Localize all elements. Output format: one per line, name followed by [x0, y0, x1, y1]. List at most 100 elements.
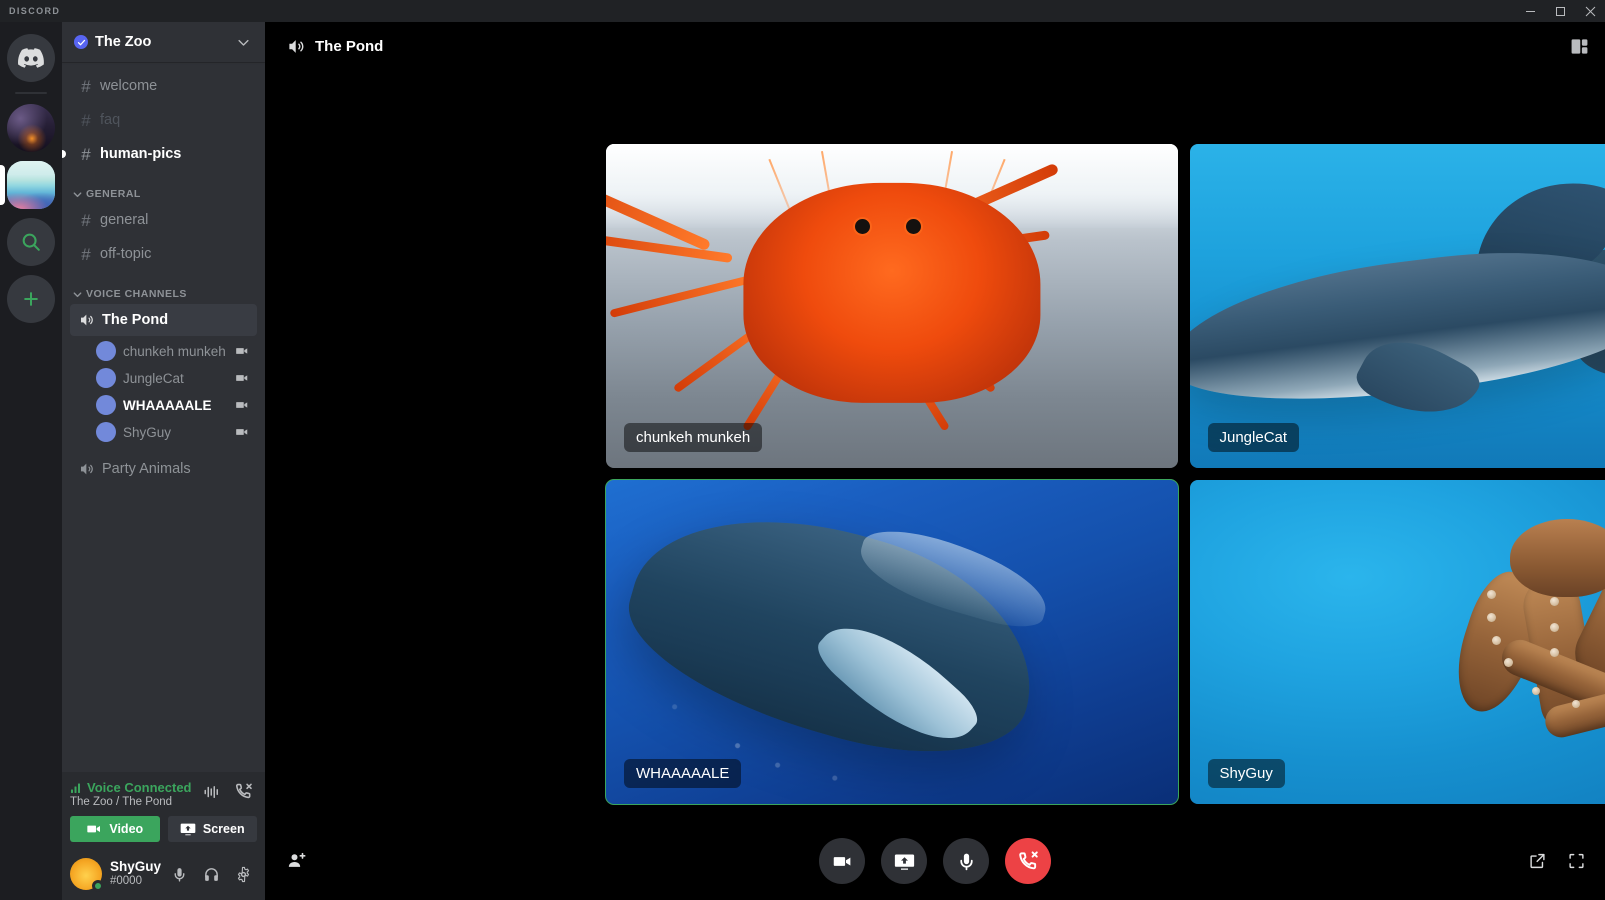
tile-name-label: ShyGuy	[1208, 759, 1285, 788]
camera-icon	[235, 344, 249, 358]
rail-item-explore[interactable]	[7, 218, 55, 266]
hash-icon: #	[78, 212, 94, 229]
voice-status: Voice Connected	[70, 780, 203, 795]
camera-icon	[86, 821, 102, 837]
gear-icon[interactable]	[229, 860, 257, 888]
window-controls	[1515, 0, 1605, 22]
minimize-button[interactable]	[1515, 0, 1545, 22]
hash-icon: #	[78, 146, 94, 163]
channel-off-topic[interactable]: # off-topic	[70, 238, 257, 270]
voice-channel-label: Party Animals	[102, 461, 191, 477]
channel-faq[interactable]: # faq	[70, 104, 257, 136]
signal-bars-icon	[70, 782, 82, 794]
video-feed	[1190, 480, 1605, 804]
voice-member-junglecat[interactable]: JungleCat	[70, 365, 257, 391]
rail-item-server-night[interactable]	[7, 104, 55, 152]
voice-member-label: JungleCat	[123, 371, 231, 386]
mic-toggle-button[interactable]	[943, 838, 989, 884]
hash-icon: #	[78, 246, 94, 263]
close-button[interactable]	[1575, 0, 1605, 22]
camera-icon	[832, 851, 853, 872]
chevron-down-icon	[72, 189, 83, 200]
server-rail	[0, 22, 62, 900]
chevron-down-icon	[72, 289, 83, 300]
video-tile-junglecat[interactable]: JungleCat	[1190, 144, 1605, 468]
video-button[interactable]: Video	[70, 816, 160, 842]
voice-member-label: chunkeh munkeh	[123, 344, 231, 359]
page-title: The Pond	[315, 38, 383, 55]
screen-button[interactable]: Screen	[168, 816, 258, 842]
avatar	[96, 395, 116, 415]
video-tile-chunkeh-munkeh[interactable]: chunkeh munkeh	[606, 144, 1178, 468]
rail-item-add-server[interactable]	[7, 275, 55, 323]
screenshare-button[interactable]	[881, 838, 927, 884]
server-avatar	[7, 161, 55, 209]
hash-icon: #	[78, 112, 94, 129]
avatar	[96, 368, 116, 388]
channel-human-pics[interactable]: # human-pics	[70, 138, 257, 170]
rail-item-home[interactable]	[7, 34, 55, 82]
screenshare-icon	[894, 851, 915, 872]
voice-channel-label: The Pond	[102, 312, 168, 328]
voice-member-label: ShyGuy	[123, 425, 231, 440]
disconnect-button[interactable]	[1005, 838, 1051, 884]
screenshare-icon	[180, 821, 196, 837]
tile-name-label: chunkeh munkeh	[624, 423, 762, 452]
voice-route-label: The Zoo / The Pond	[70, 796, 203, 808]
discord-window: DISCORD	[0, 0, 1605, 900]
phone-hangup-icon[interactable]	[234, 782, 253, 801]
speaker-icon	[287, 37, 306, 56]
video-tile-whaaaaale[interactable]: WHAAAAALE	[606, 480, 1178, 804]
voice-member-whaaaaale[interactable]: WHAAAAALE	[70, 392, 257, 418]
rail-item-server-the-zoo[interactable]	[7, 161, 55, 209]
mic-icon[interactable]	[165, 860, 193, 888]
plus-icon	[7, 275, 55, 323]
username: ShyGuy	[110, 860, 165, 875]
server-header[interactable]: The Zoo	[62, 22, 265, 62]
channel-general[interactable]: # general	[70, 204, 257, 236]
channel-label: human-pics	[100, 146, 181, 162]
call-controls	[265, 822, 1605, 900]
category-label: VOICE CHANNELS	[86, 288, 187, 300]
camera-icon	[235, 398, 249, 412]
channel-sidebar: The Zoo # welcome # faq	[62, 22, 265, 900]
voice-channel-the-pond[interactable]: The Pond	[70, 304, 257, 336]
video-button-label: Video	[109, 822, 143, 836]
voice-member-shyguy[interactable]: ShyGuy	[70, 419, 257, 445]
unread-indicator	[62, 150, 66, 158]
avatar[interactable]	[70, 858, 102, 890]
category-voice-channels[interactable]: VOICE CHANNELS	[62, 272, 265, 304]
video-grid: chunkeh munkeh JungleCat	[606, 144, 1605, 804]
category-label: GENERAL	[86, 188, 141, 200]
channel-list: # welcome # faq # human-pics GENERAL	[62, 62, 265, 772]
voice-connected-panel: Voice Connected The Zoo / The Pond	[62, 772, 265, 848]
noise-suppression-icon[interactable]	[203, 783, 221, 801]
user-info[interactable]: ShyGuy #0000	[110, 860, 165, 889]
headphones-icon[interactable]	[197, 860, 225, 888]
video-tile-shyguy[interactable]: ShyGuy	[1190, 480, 1605, 804]
category-general[interactable]: GENERAL	[62, 172, 265, 204]
phone-hangup-icon	[1017, 850, 1039, 872]
video-feed	[606, 144, 1178, 468]
popout-icon[interactable]	[1529, 853, 1546, 870]
app-body: The Zoo # welcome # faq	[0, 22, 1605, 900]
server-name: The Zoo	[95, 34, 236, 50]
fullscreen-icon[interactable]	[1568, 853, 1585, 870]
voice-status-label: Voice Connected	[87, 780, 192, 795]
channel-welcome[interactable]: # welcome	[70, 70, 257, 102]
search-icon	[7, 218, 55, 266]
grid-layout-icon[interactable]	[1570, 37, 1589, 56]
channel-label: off-topic	[100, 246, 151, 262]
voice-channel-party-animals[interactable]: Party Animals	[70, 453, 257, 485]
user-discriminator: #0000	[110, 875, 165, 889]
invite-person-icon[interactable]	[287, 851, 307, 871]
maximize-button[interactable]	[1545, 0, 1575, 22]
channel-label: faq	[100, 112, 120, 128]
app-title: DISCORD	[0, 6, 60, 16]
mic-icon	[956, 851, 977, 872]
camera-toggle-button[interactable]	[819, 838, 865, 884]
main-header: The Pond	[265, 22, 1605, 70]
channel-label: welcome	[100, 78, 157, 94]
voice-member-chunkeh-munkeh[interactable]: chunkeh munkeh	[70, 338, 257, 364]
rail-active-pill	[0, 165, 5, 205]
